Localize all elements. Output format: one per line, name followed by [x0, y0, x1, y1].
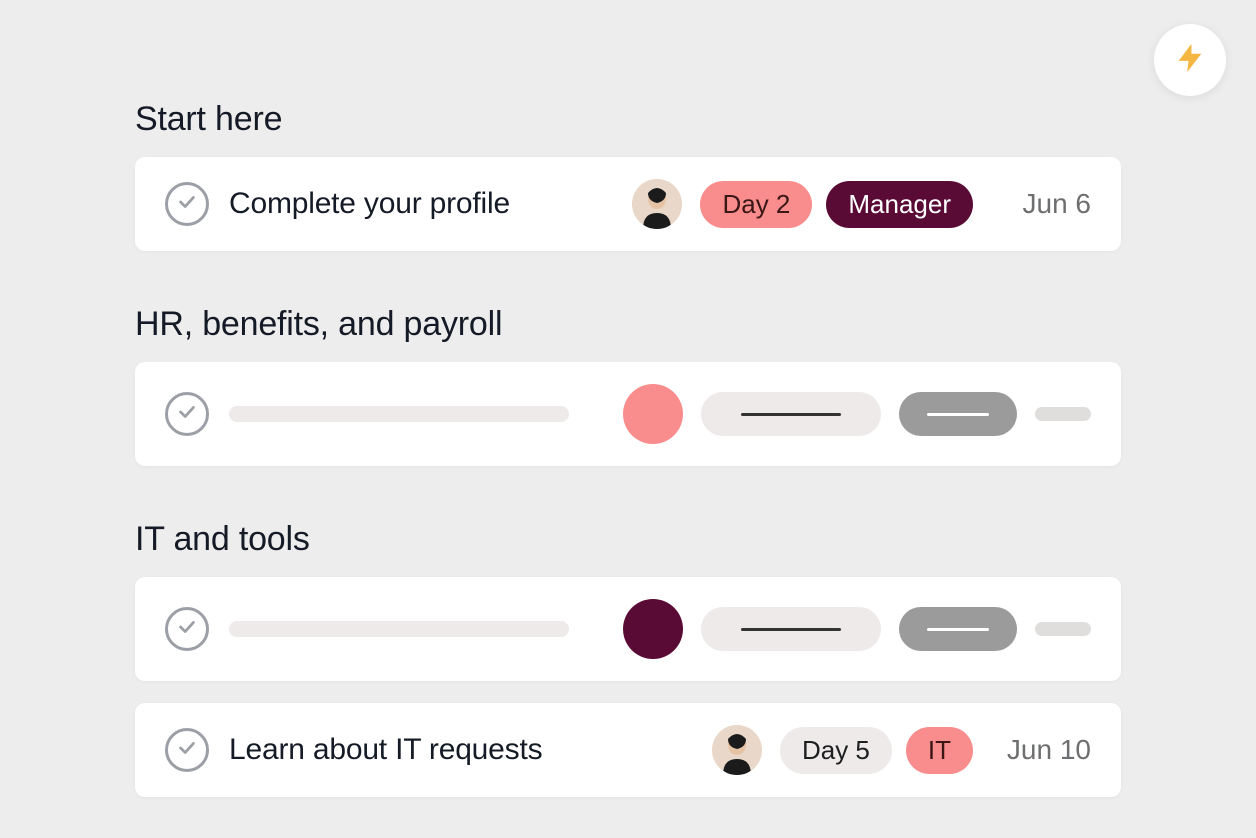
check-icon: [176, 401, 198, 428]
section-hr-benefits-payroll: HR, benefits, and payroll: [135, 305, 1121, 466]
placeholder-tag: [899, 392, 1017, 436]
tag-pill[interactable]: Day 5: [780, 727, 892, 774]
check-icon: [176, 616, 198, 643]
task-row[interactable]: Complete your profile Day 2 Manager Jun …: [135, 157, 1121, 251]
task-sections-container: Start here Complete your profile Day 2 M…: [0, 0, 1256, 797]
due-date: Jun 6: [991, 188, 1091, 220]
section-it-and-tools: IT and tools Learn about IT: [135, 520, 1121, 797]
task-row-placeholder[interactable]: [135, 362, 1121, 466]
complete-task-checkbox[interactable]: [165, 607, 209, 651]
task-title: Learn about IT requests: [229, 733, 692, 767]
task-metadata: Day 5 IT Jun 10: [712, 725, 1091, 775]
placeholder-tag: [899, 607, 1017, 651]
tag-pill[interactable]: Day 2: [700, 181, 812, 228]
task-row-placeholder[interactable]: [135, 577, 1121, 681]
due-date: Jun 10: [991, 734, 1091, 766]
placeholder-due-date: [1035, 407, 1091, 421]
placeholder-due-date: [1035, 622, 1091, 636]
placeholder-assignee: [623, 384, 683, 444]
automation-fab[interactable]: [1154, 24, 1226, 96]
tag-pill[interactable]: IT: [906, 727, 973, 774]
placeholder-task-title: [229, 406, 569, 422]
task-tags: Day 2 Manager: [700, 181, 973, 228]
section-title: HR, benefits, and payroll: [135, 305, 1121, 344]
placeholder-assignee: [623, 599, 683, 659]
task-row[interactable]: Learn about IT requests Day 5 IT Jun 10: [135, 703, 1121, 797]
complete-task-checkbox[interactable]: [165, 392, 209, 436]
assignee-avatar[interactable]: [632, 179, 682, 229]
task-title: Complete your profile: [229, 187, 612, 221]
placeholder-task-title: [229, 621, 569, 637]
lightning-icon: [1173, 41, 1207, 80]
task-metadata: [623, 599, 1091, 659]
placeholder-tag: [701, 607, 881, 651]
check-icon: [176, 737, 198, 764]
check-icon: [176, 191, 198, 218]
task-metadata: [623, 384, 1091, 444]
placeholder-tag: [701, 392, 881, 436]
tag-pill[interactable]: Manager: [826, 181, 973, 228]
section-start-here: Start here Complete your profile Day 2 M…: [135, 100, 1121, 251]
assignee-avatar[interactable]: [712, 725, 762, 775]
task-tags: Day 5 IT: [780, 727, 973, 774]
task-metadata: Day 2 Manager Jun 6: [632, 179, 1091, 229]
complete-task-checkbox[interactable]: [165, 728, 209, 772]
section-title: Start here: [135, 100, 1121, 139]
section-title: IT and tools: [135, 520, 1121, 559]
complete-task-checkbox[interactable]: [165, 182, 209, 226]
